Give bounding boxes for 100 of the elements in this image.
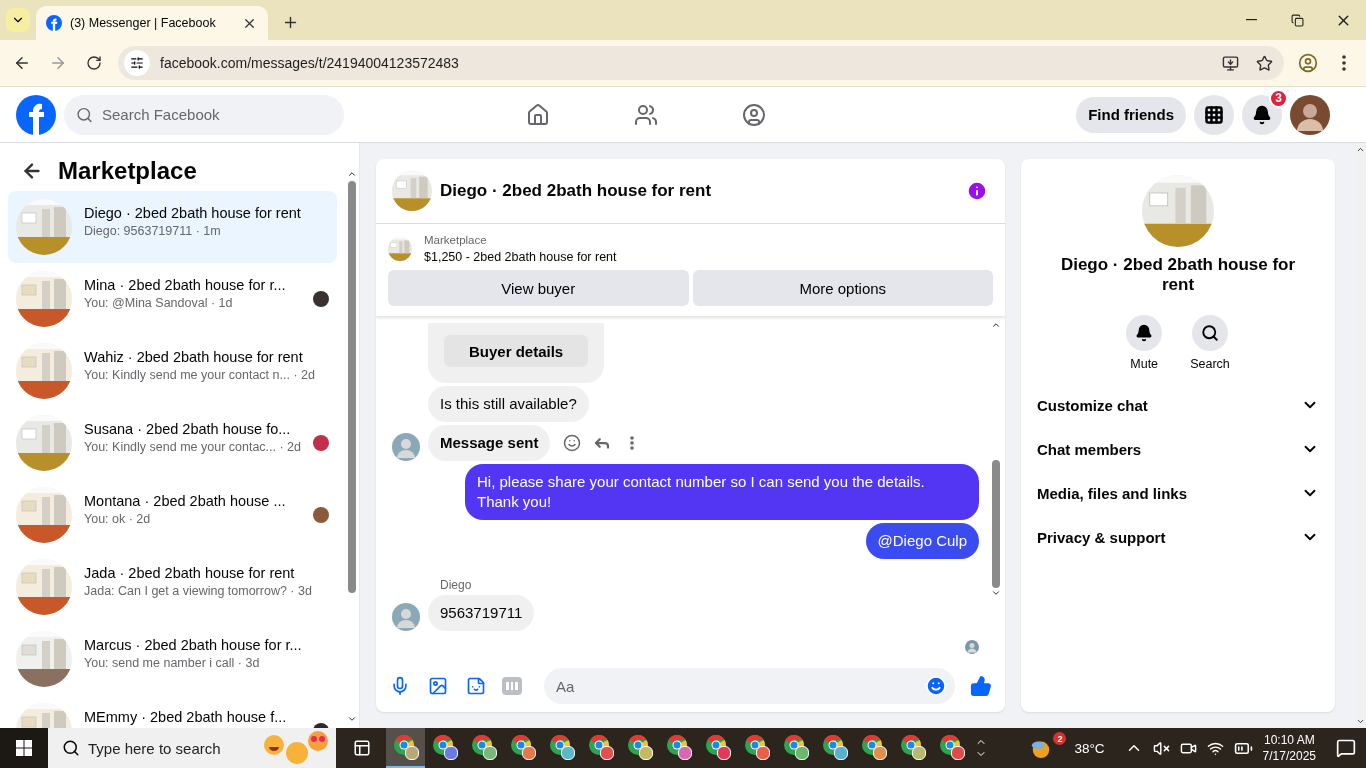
smiley-icon: [563, 434, 582, 452]
search-icon: [62, 739, 80, 757]
conversation-item[interactable]: Jada · 2bed 2bath house for rent Jada: Can I get a viewing tomorrow? · 3d: [8, 551, 337, 623]
listing-button[interactable]: More options: [692, 270, 993, 306]
conversation-snippet: You: ok · 2d: [84, 512, 152, 526]
scroll-down-icon: [991, 588, 1001, 598]
message-bubble: Hi, please share your contact number so I can send you the details. Thank you!: [465, 464, 979, 520]
more-icon: [630, 436, 635, 450]
conversation-item[interactable]: Wahiz · 2bed 2bath house for rent You: Kindly send me your contact n... · 2d: [8, 335, 337, 407]
monitor-download-icon: [1221, 54, 1239, 72]
notification-badge: 3: [1269, 88, 1288, 108]
conversation-title: Diego · 2bed 2bath house for rent: [84, 205, 302, 221]
emoji-drawing: [264, 731, 328, 765]
facebook-logo[interactable]: [16, 94, 56, 135]
emoji-icon[interactable]: [925, 675, 947, 697]
menu-icon: [1342, 55, 1346, 71]
menu-grid-button[interactable]: [1194, 94, 1234, 135]
message-bubble: Message sent: [428, 425, 551, 461]
info-button[interactable]: [965, 179, 989, 203]
scroll-down-icon: [347, 714, 357, 724]
conversation-item[interactable]: Montana · 2bed 2bath house ... You: ok · 2d: [8, 479, 337, 551]
forward-arrow-icon: [49, 54, 67, 72]
scroll-up-icon: [1356, 145, 1365, 154]
conversation-snippet: You: @Mina Sandoval · 1d: [84, 296, 234, 310]
message-bubble: 9563719711: [428, 595, 535, 631]
sticker-icon: [466, 676, 486, 696]
weather-badge: 2: [1053, 732, 1067, 745]
conversation-title: Marcus · 2bed 2bath house for r...: [84, 637, 303, 653]
account-avatar[interactable]: [1290, 94, 1330, 135]
start-button[interactable]: [0, 728, 48, 768]
conversation-title: Montana · 2bed 2bath house ...: [84, 493, 287, 509]
site-settings-button[interactable]: [124, 50, 150, 76]
conversation-title: Mina · 2bed 2bath house for r...: [84, 277, 287, 293]
profile-icon: [1298, 53, 1318, 73]
taskbar-search-field[interactable]: Type here to search: [48, 728, 336, 768]
tab-title: (3) Messenger | Facebook: [70, 16, 217, 30]
message-field[interactable]: Aa: [544, 668, 955, 704]
sidebar-title: Marketplace: [58, 157, 197, 185]
like-button[interactable]: [969, 674, 993, 698]
browser-taskbar-button[interactable]: [386, 728, 425, 768]
search-field[interactable]: Search Facebook: [64, 94, 344, 135]
conversation-title: MEmmy · 2bed 2bath house f...: [84, 709, 288, 725]
user-circle-icon: [742, 102, 766, 127]
muted-speaker-icon[interactable]: [1152, 739, 1170, 757]
buyer-details-button[interactable]: Buyer details: [444, 335, 589, 367]
photo-icon: [428, 676, 448, 696]
scroll-up-icon: [347, 169, 357, 179]
section-label[interactable]: Chat members: [1037, 440, 1142, 458]
microphone-icon: [390, 676, 410, 696]
conversation-item[interactable]: Susana · 2bed 2bath house fo... You: Kindly send me your contac... · 2d: [8, 407, 337, 479]
conversation-snippet: You: send me namber i call · 3d: [84, 656, 261, 670]
info-icon: [966, 180, 988, 202]
bell-icon: [1135, 324, 1154, 342]
message-bubble: Is this still available?: [428, 386, 589, 422]
windows-icon: [16, 740, 32, 756]
tab-search-button[interactable]: [6, 8, 30, 32]
listing-label: Marketplace: [424, 234, 488, 246]
listing-button[interactable]: View buyer: [388, 270, 689, 306]
notification-center-icon[interactable]: [1336, 738, 1356, 758]
conversation-title: Jada · 2bed 2bath house for rent: [84, 565, 296, 581]
message-bubble: @Diego Culp: [865, 523, 979, 559]
search-icon: [1201, 324, 1219, 342]
chat-title: Diego · 2bed 2bath house for rent: [440, 181, 713, 201]
search-button[interactable]: [1192, 315, 1228, 351]
profile-button[interactable]: [1296, 51, 1320, 75]
section-label[interactable]: Media, files and links: [1037, 484, 1188, 502]
bell-icon: [1252, 104, 1272, 125]
browser-tab[interactable]: (3) Messenger | Facebook: [36, 6, 268, 40]
conversation-snippet: You: Kindly send me your contac... · 2d: [84, 440, 301, 454]
conversation-title: Susana · 2bed 2bath house fo...: [84, 421, 292, 437]
action-label: Mute: [1130, 357, 1159, 371]
facebook-icon: [46, 15, 62, 31]
task-view-icon: [353, 739, 371, 757]
scroll-up-icon: [991, 320, 1001, 330]
conversation-snippet: You: Kindly send me your contact n... · 2d: [84, 368, 316, 382]
grid-icon: [1204, 104, 1224, 125]
clock[interactable]: 10:10 AM 7/17/2025: [1262, 732, 1316, 764]
conversation-title: Diego · 2bed 2bath house for rent: [1059, 255, 1297, 295]
conversation-snippet: Diego: 9563719711 · 1m: [84, 224, 222, 238]
find-friends-button[interactable]: Find friends: [1076, 96, 1186, 133]
scroll-down-icon: [1356, 717, 1365, 726]
action-label: Search: [1190, 357, 1230, 371]
home-icon: [526, 102, 550, 127]
temperature: 38°C: [1074, 740, 1105, 756]
conversation-item[interactable]: Diego · 2bed 2bath house for rent Diego: 9563719711 · 1m: [8, 191, 337, 263]
section-label[interactable]: Customize chat: [1037, 396, 1148, 414]
restore-icon: [1290, 13, 1304, 27]
conversation-title: Wahiz · 2bed 2bath house for rent: [84, 349, 304, 365]
people-icon: [634, 102, 658, 127]
conversation-item[interactable]: Marcus · 2bed 2bath house for r... You: send me namber i call · 3d: [8, 623, 337, 695]
mute-button[interactable]: [1126, 315, 1163, 351]
minimize-icon: [1245, 19, 1257, 21]
sliders-icon: [130, 56, 144, 70]
search-icon: [76, 106, 93, 123]
conversation-snippet: Jada: Can I get a viewing tomorrow? · 3d: [84, 584, 313, 598]
avatar: [965, 640, 979, 654]
react-button[interactable]: [562, 433, 583, 453]
listing-title: $1,250 - 2bed 2bath house for rent: [424, 250, 617, 264]
section-label[interactable]: Privacy & support: [1037, 528, 1166, 546]
conversation-item[interactable]: Mina · 2bed 2bath house for r... You: @Mina Sandoval · 1d: [8, 263, 337, 335]
